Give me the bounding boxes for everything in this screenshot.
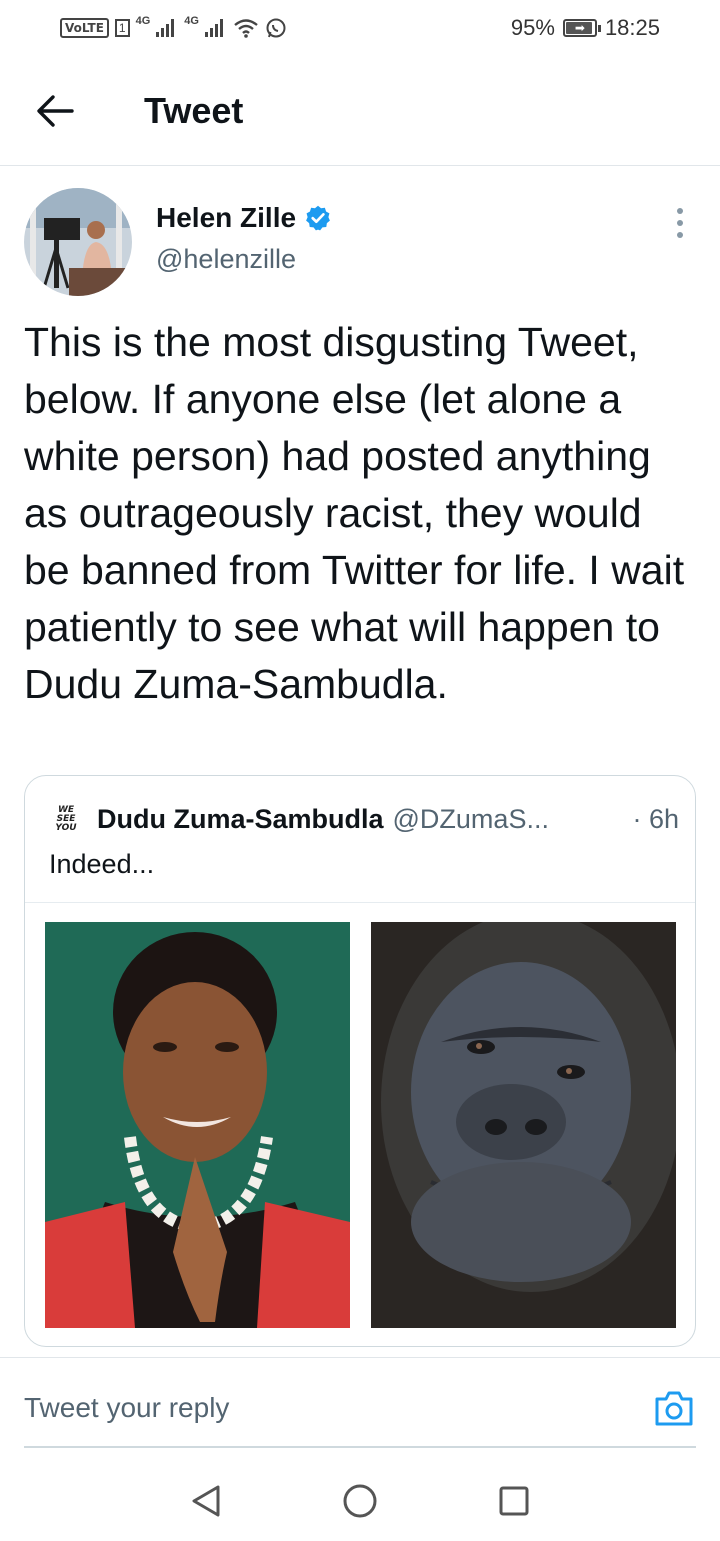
author-name[interactable]: Helen Zille — [156, 202, 296, 234]
clock: 18:25 — [604, 15, 660, 40]
volte-badge: VoLTE — [60, 18, 109, 38]
verified-badge-icon — [306, 205, 330, 231]
app-header: Tweet — [0, 56, 720, 166]
tweet-author-row: Helen Zille @helenzille — [24, 188, 696, 304]
network-type-1: 4G — [135, 15, 151, 27]
back-button[interactable] — [0, 56, 110, 166]
signal-icon — [204, 19, 223, 37]
battery-icon: ➡ — [562, 19, 601, 37]
author-avatar[interactable] — [24, 188, 132, 296]
quoted-media-image-1[interactable] — [45, 922, 350, 1328]
avatar-text-line: YOU — [55, 822, 77, 833]
back-triangle-icon — [192, 1485, 220, 1516]
quoted-tweet-text: Indeed... — [49, 849, 155, 879]
nav-recents-button[interactable] — [496, 1483, 532, 1519]
quoted-tweet-time: · 6h — [632, 803, 679, 834]
status-right: 95% ➡ 18:25 — [511, 15, 660, 41]
reply-bar — [24, 1370, 696, 1448]
quoted-tweet-card[interactable]: WE SEE YOU Dudu Zuma-Sambudla @DZumaS...… — [24, 775, 696, 1347]
whatsapp-icon — [266, 18, 286, 38]
nav-home-button[interactable] — [342, 1483, 378, 1519]
system-nav-bar — [0, 1460, 720, 1541]
more-dots-icon — [677, 208, 683, 214]
recents-square-icon — [499, 1486, 529, 1515]
camera-button[interactable] — [652, 1386, 696, 1430]
main-tweet: Helen Zille @helenzille This is the most… — [24, 188, 696, 713]
reply-input[interactable] — [24, 1392, 584, 1424]
quoted-tweet-header: WE SEE YOU Dudu Zuma-Sambudla @DZumaS...… — [47, 800, 679, 838]
quoted-divider — [25, 902, 695, 903]
camera-icon — [655, 1391, 693, 1426]
signal-icon — [156, 19, 175, 37]
wifi-icon — [234, 19, 258, 38]
page-title: Tweet — [144, 89, 244, 131]
quoted-author-name: Dudu Zuma-Sambudla — [97, 803, 384, 834]
more-options-button[interactable] — [668, 208, 692, 238]
quoted-author-avatar: WE SEE YOU — [47, 800, 85, 838]
arrow-left-icon — [37, 94, 74, 127]
status-left: VoLTE 1 4G 4G — [60, 15, 287, 39]
tweet-text: This is the most disgusting Tweet, below… — [24, 319, 685, 707]
battery-percent: 95% — [510, 15, 555, 40]
author-handle[interactable]: @helenzille — [156, 244, 332, 275]
home-circle-icon — [343, 1484, 377, 1517]
nav-back-button[interactable] — [188, 1483, 224, 1519]
reply-divider — [0, 1357, 720, 1358]
sim-badge: 1 — [114, 19, 130, 37]
author-info: Helen Zille @helenzille — [156, 202, 332, 275]
quoted-media-image-2[interactable] — [371, 922, 676, 1328]
quoted-author-handle: @DZumaS... — [392, 803, 549, 834]
network-type-2: 4G — [184, 15, 199, 27]
status-bar: VoLTE 1 4G 4G 95% ➡ 18:25 — [0, 0, 720, 56]
